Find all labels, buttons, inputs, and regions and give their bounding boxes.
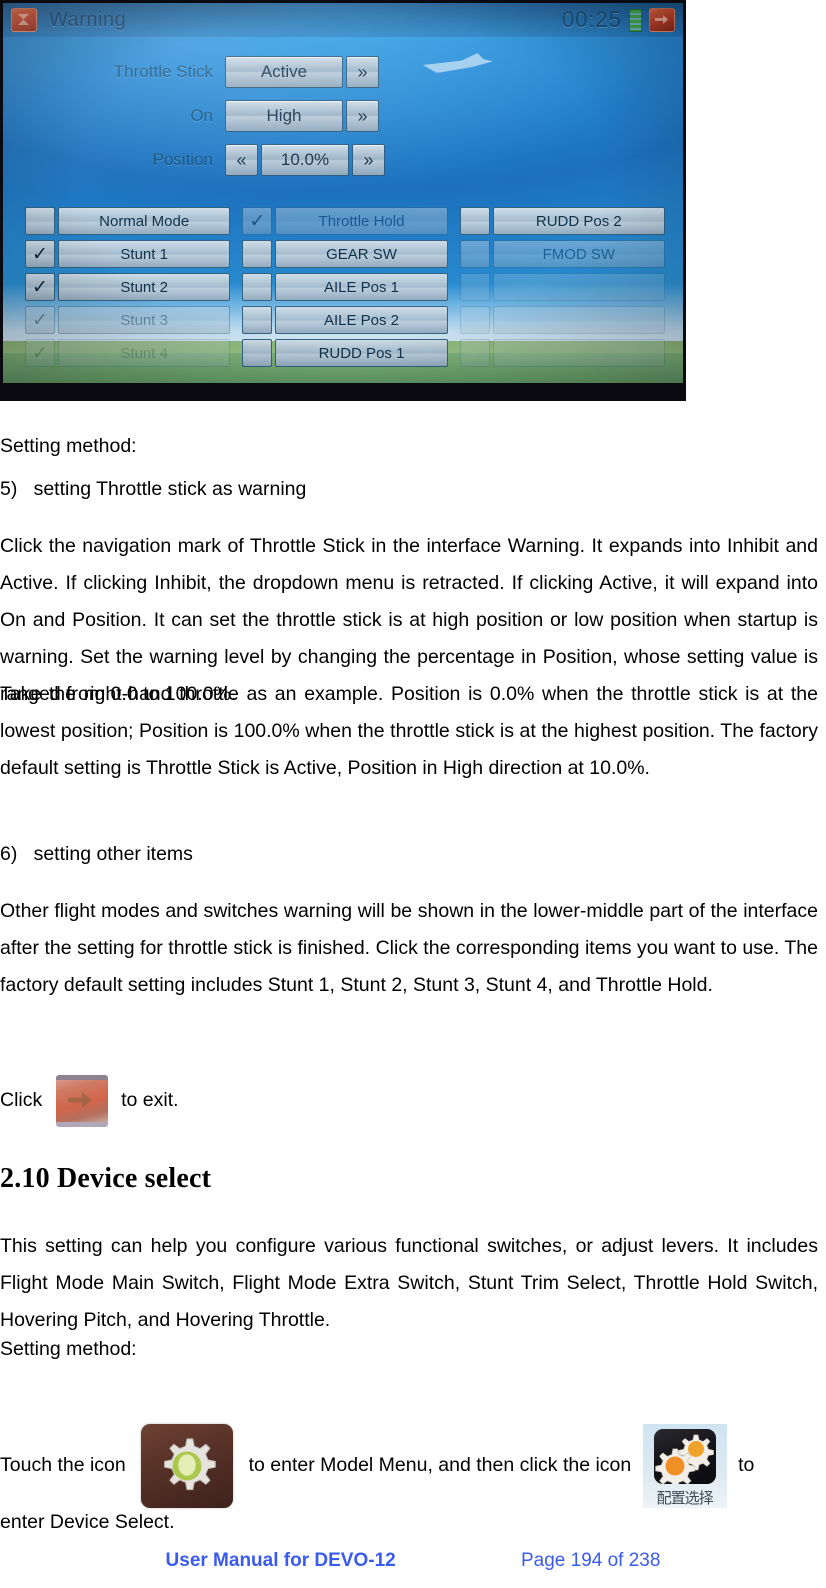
grid-item[interactable] xyxy=(459,306,665,334)
prev-arrow-position[interactable]: « xyxy=(225,144,258,176)
lcd-screen: Warning 00:25 Throttle Stick Active » On… xyxy=(3,3,683,383)
row-label-on: On xyxy=(190,106,213,125)
grid-item-label: Normal Mode xyxy=(58,207,231,235)
transmitter-screen-photo: Warning 00:25 Throttle Stick Active » On… xyxy=(0,0,686,401)
checkbox-unchecked[interactable] xyxy=(242,339,273,367)
next-arrow-throttle-stick[interactable]: » xyxy=(346,56,379,88)
checkbox-unchecked[interactable] xyxy=(459,306,490,334)
paragraph-3: Other flight modes and switches warning … xyxy=(0,900,818,996)
next-arrow-position[interactable]: » xyxy=(352,144,385,176)
setting-method-label-2: Setting method: xyxy=(0,1338,137,1360)
section-heading: 2.10 Device select xyxy=(0,1163,212,1194)
checkbox-checked[interactable]: ✓ xyxy=(25,240,55,268)
checkbox-unchecked[interactable] xyxy=(459,273,490,301)
grid-column-1: Normal Mode ✓ Stunt 1 ✓ Stunt 2 ✓ Stunt 3 ✓ Stun… xyxy=(25,207,231,367)
airplane-wallpaper-icon xyxy=(423,53,493,73)
grid-item-label: FMOD SW xyxy=(492,240,665,268)
row-label-throttle-stick: Throttle Stick xyxy=(113,62,213,81)
grid-item-label: GEAR SW xyxy=(275,240,448,268)
two-gears-icon xyxy=(654,1434,714,1484)
checkbox-unchecked[interactable] xyxy=(25,207,55,235)
grid-item-label: Stunt 4 xyxy=(58,339,231,367)
grid-item[interactable]: ✓ Stunt 1 xyxy=(25,240,231,268)
gear-icon xyxy=(164,1438,216,1491)
grid-item-label: Stunt 1 xyxy=(58,240,231,268)
checkbox-checked[interactable]: ✓ xyxy=(25,339,55,367)
exit-line-before: Click xyxy=(0,1089,43,1112)
grid-item[interactable]: RUDD Pos 2 xyxy=(459,207,665,235)
grid-item[interactable]: ✓ Throttle Hold xyxy=(242,207,448,235)
grid-item[interactable] xyxy=(459,339,665,367)
grid-item-label xyxy=(492,273,665,301)
checkbox-unchecked[interactable] xyxy=(459,207,490,235)
page-title: Warning xyxy=(49,8,127,31)
grid-item-label xyxy=(492,306,665,334)
grid-item[interactable]: RUDD Pos 1 xyxy=(242,339,448,367)
checkbox-checked[interactable]: ✓ xyxy=(25,273,55,301)
list-item-6: 6) setting other items xyxy=(0,843,193,865)
grid-item-label: RUDD Pos 1 xyxy=(275,339,448,367)
grid-item[interactable]: AILE Pos 1 xyxy=(242,273,448,301)
grid-item[interactable]: ✓ Stunt 4 xyxy=(25,339,231,367)
grid-item[interactable]: FMOD SW xyxy=(459,240,665,268)
checkbox-checked[interactable]: ✓ xyxy=(25,306,55,334)
checkbox-unchecked[interactable] xyxy=(242,240,273,268)
status-area: 00:25 xyxy=(562,7,675,33)
value-throttle-stick[interactable]: Active xyxy=(225,56,343,88)
exit-instruction-line: Click to exit. xyxy=(0,1075,826,1127)
checkbox-unchecked[interactable] xyxy=(459,240,490,268)
paragraph-2: Take the right-hand throttle as an examp… xyxy=(0,683,818,779)
grid-item-label xyxy=(492,339,665,367)
touch-line-continued: enter Device Select. xyxy=(0,1511,175,1533)
touch-icon-instruction-line: Touch the icon to enter Model Menu, and … xyxy=(0,1424,826,1508)
paragraph-4: This setting can help you configure vari… xyxy=(0,1235,818,1331)
exit-icon[interactable] xyxy=(649,8,675,32)
device-select-chip xyxy=(653,1429,716,1484)
grid-item-label: RUDD Pos 2 xyxy=(492,207,665,235)
row-throttle-stick: Throttle Stick Active » xyxy=(101,55,421,89)
footer-manual-title: User Manual for DEVO-12 xyxy=(165,1550,396,1571)
page-footer: User Manual for DEVO-12 Page 194 of 238 xyxy=(0,1550,826,1572)
checkbox-unchecked[interactable] xyxy=(242,273,273,301)
warning-app-icon xyxy=(11,8,37,32)
device-select-icon[interactable]: 配置选择 xyxy=(642,1424,727,1508)
battery-icon xyxy=(629,8,642,32)
grid-item[interactable]: ✓ Stunt 3 xyxy=(25,306,231,334)
touch-line-part1: Touch the icon xyxy=(0,1454,126,1477)
grid-item-label: Throttle Hold xyxy=(275,207,448,235)
value-on[interactable]: High xyxy=(225,100,343,132)
touch-line-part3: to xyxy=(738,1454,755,1477)
checkbox-checked[interactable]: ✓ xyxy=(242,207,273,235)
model-menu-gear-icon[interactable] xyxy=(141,1424,234,1508)
timer-display: 00:25 xyxy=(561,7,622,32)
checkbox-unchecked[interactable] xyxy=(459,339,490,367)
touch-line-part2: to enter Model Menu, and then click the … xyxy=(248,1454,632,1477)
value-position[interactable]: 10.0% xyxy=(261,144,349,176)
exit-line-after: to exit. xyxy=(121,1089,179,1112)
grid-column-3: RUDD Pos 2 FMOD SW xyxy=(459,207,665,367)
warning-items-grid: Normal Mode ✓ Stunt 1 ✓ Stunt 2 ✓ Stunt 3 ✓ Stun… xyxy=(25,207,665,367)
list-item-5: 5) setting Throttle stick as warning xyxy=(0,478,307,500)
settings-rows: Throttle Stick Active » On High » Positi… xyxy=(101,55,421,187)
grid-column-2: ✓ Throttle Hold GEAR SW AILE Pos 1 AILE Pos … xyxy=(242,207,448,367)
grid-item-label: AILE Pos 1 xyxy=(275,273,448,301)
next-arrow-on[interactable]: » xyxy=(346,100,379,132)
grid-item-label: Stunt 2 xyxy=(58,273,231,301)
row-label-position: Position xyxy=(152,150,213,169)
grid-item[interactable]: Normal Mode xyxy=(25,207,231,235)
grid-item[interactable]: AILE Pos 2 xyxy=(242,306,448,334)
lcd-titlebar: Warning 00:25 xyxy=(3,3,683,37)
exit-icon[interactable] xyxy=(55,1075,108,1127)
setting-method-label-1: Setting method: xyxy=(0,435,137,457)
grid-item-label: AILE Pos 2 xyxy=(275,306,448,334)
row-on: On High » xyxy=(101,99,421,133)
grid-item[interactable]: GEAR SW xyxy=(242,240,448,268)
row-position: Position « 10.0% » xyxy=(101,143,421,177)
footer-page-number: Page 194 of 238 xyxy=(520,1550,661,1571)
grid-item[interactable]: ✓ Stunt 2 xyxy=(25,273,231,301)
grid-item[interactable] xyxy=(459,273,665,301)
checkbox-unchecked[interactable] xyxy=(242,306,273,334)
grid-item-label: Stunt 3 xyxy=(58,306,231,334)
